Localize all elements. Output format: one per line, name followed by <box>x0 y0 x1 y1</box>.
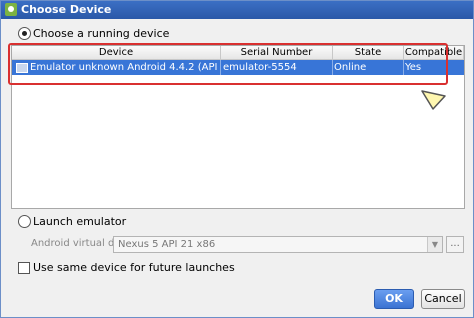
avd-select[interactable]: Nexus 5 API 21 x86 ▼ <box>113 236 443 253</box>
dialog-title: Choose Device <box>21 3 112 16</box>
ok-button[interactable]: OK <box>374 289 414 309</box>
launch-emulator-radio[interactable] <box>18 215 31 228</box>
pointer-arrow-icon <box>421 90 446 110</box>
same-device-checkbox[interactable] <box>18 262 30 274</box>
chevron-down-icon[interactable]: ▼ <box>427 237 442 252</box>
running-device-radio[interactable] <box>18 27 31 40</box>
choose-device-dialog: Choose Device Choose a running device De… <box>0 0 474 318</box>
cancel-button[interactable]: Cancel <box>421 289 465 309</box>
avd-select-value: Nexus 5 API 21 x86 <box>118 239 216 250</box>
android-studio-icon <box>5 3 17 16</box>
running-device-label: Choose a running device <box>33 27 170 40</box>
same-device-label: Use same device for future launches <box>33 261 235 274</box>
annotation-highlight-box <box>8 43 448 85</box>
title-bar: Choose Device <box>1 1 473 19</box>
launch-emulator-label: Launch emulator <box>33 215 127 228</box>
browse-avd-button[interactable]: ... <box>446 236 464 253</box>
